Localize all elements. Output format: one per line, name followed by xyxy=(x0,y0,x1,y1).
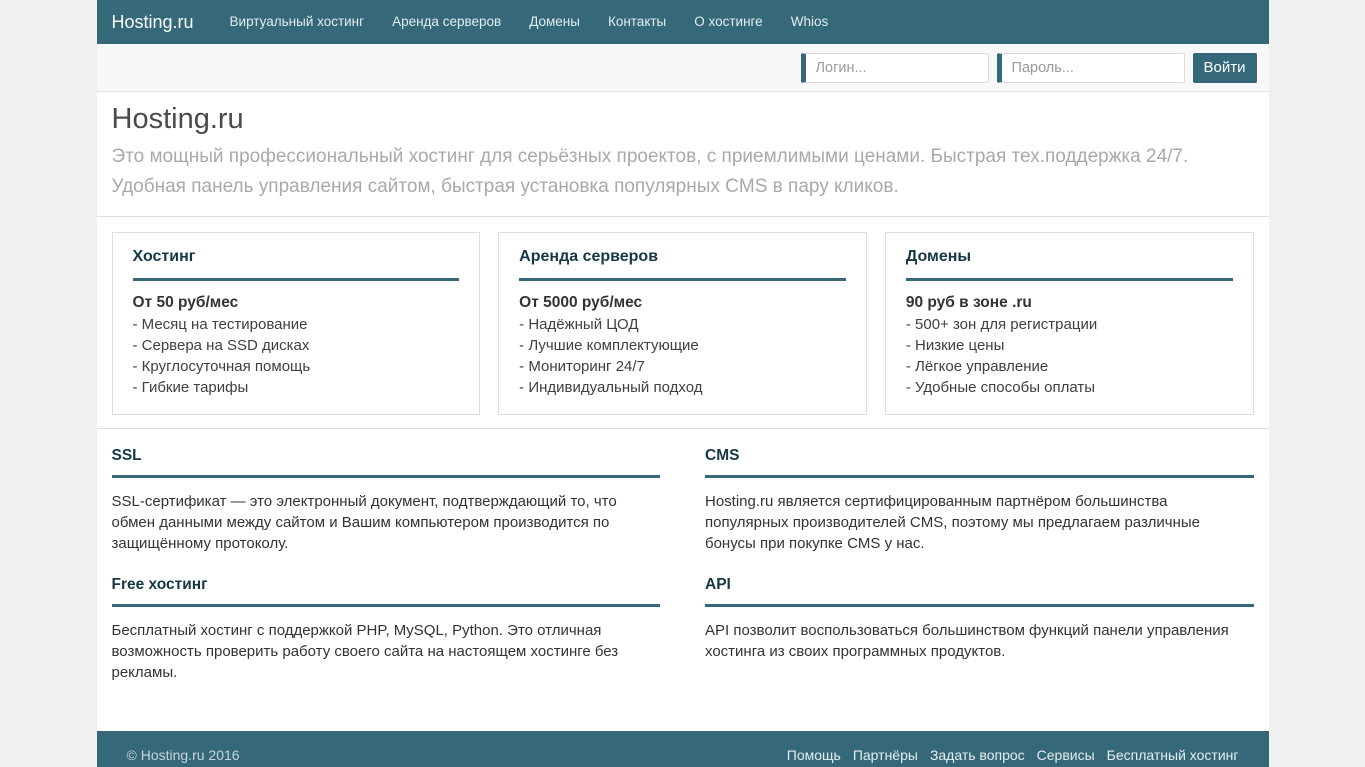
offer-cards-row: Хостинг От 50 руб/мес - Месяц на тестиро… xyxy=(97,217,1269,429)
navbar: Hosting.ru Виртуальный хостинг Аренда се… xyxy=(97,0,1269,44)
card-server-rent: Аренда серверов От 5000 руб/мес - Надёжн… xyxy=(498,232,867,415)
section-title: Free хостинг xyxy=(112,576,661,594)
footer-link-ask-question[interactable]: Задать вопрос xyxy=(930,747,1025,763)
section-cms: CMS Hosting.ru является сертифицированны… xyxy=(705,447,1254,554)
card-title: Аренда серверов xyxy=(519,248,846,266)
accent-divider xyxy=(112,604,661,607)
section-title: CMS xyxy=(705,447,1254,465)
accent-divider xyxy=(705,475,1254,478)
card-price: От 5000 руб/мес xyxy=(519,294,846,312)
jumbotron: Hosting.ru Это мощный профессиональный х… xyxy=(97,92,1269,217)
card-feature: - Лёгкое управление xyxy=(906,356,1233,377)
nav-item-whios[interactable]: Whios xyxy=(777,0,843,44)
card-feature: - Сервера на SSD дисках xyxy=(133,335,460,356)
card-price: От 50 руб/мес xyxy=(133,294,460,312)
card-domains: Домены 90 руб в зоне .ru - 500+ зон для … xyxy=(885,232,1254,415)
card-feature: - Круглосуточная помощь xyxy=(133,356,460,377)
card-feature: - Низкие цены xyxy=(906,335,1233,356)
nav-item-server-rent[interactable]: Аренда серверов xyxy=(378,0,515,44)
copyright-text: © Hosting.ru 2016 xyxy=(127,747,240,763)
card-feature: - Мониторинг 24/7 xyxy=(519,356,846,377)
page-title: Hosting.ru xyxy=(112,102,1254,136)
section-text: Бесплатный хостинг с поддержкой PHP, MyS… xyxy=(112,620,657,683)
page-container: Hosting.ru Виртуальный хостинг Аренда се… xyxy=(97,0,1269,767)
password-input[interactable] xyxy=(997,53,1185,83)
card-feature: - Надёжный ЦОД xyxy=(519,314,846,335)
accent-divider xyxy=(705,604,1254,607)
section-text: API позволит воспользоваться большинство… xyxy=(705,620,1250,662)
nav-item-domains[interactable]: Домены xyxy=(515,0,594,44)
section-text: Hosting.ru является сертифицированным па… xyxy=(705,491,1250,554)
accent-divider xyxy=(112,475,661,478)
footer-link-services[interactable]: Сервисы xyxy=(1037,747,1095,763)
card-feature: - Лучшие комплектующие xyxy=(519,335,846,356)
section-ssl: SSL SSL-сертификат — это электронный док… xyxy=(112,447,661,554)
card-hosting: Хостинг От 50 руб/мес - Месяц на тестиро… xyxy=(112,232,481,415)
info-sections: SSL SSL-сертификат — это электронный док… xyxy=(97,429,1269,731)
brand-logo[interactable]: Hosting.ru xyxy=(112,12,194,33)
nav-item-contacts[interactable]: Контакты xyxy=(594,0,680,44)
login-input[interactable] xyxy=(801,53,989,83)
nav-item-virtual-hosting[interactable]: Виртуальный хостинг xyxy=(216,0,379,44)
card-price: 90 руб в зоне .ru xyxy=(906,294,1233,312)
page-description: Это мощный профессиональный хостинг для … xyxy=(112,142,1254,202)
card-title: Домены xyxy=(906,248,1233,266)
section-free-hosting: Free хостинг Бесплатный хостинг с поддер… xyxy=(112,576,661,683)
card-title: Хостинг xyxy=(133,248,460,266)
card-feature: - 500+ зон для регистрации xyxy=(906,314,1233,335)
login-button[interactable]: Войти xyxy=(1193,53,1257,83)
card-feature: - Индивидуальный подход xyxy=(519,377,846,398)
card-feature: - Удобные способы оплаты xyxy=(906,377,1233,398)
section-title: SSL xyxy=(112,447,661,465)
footer-link-free-hosting[interactable]: Бесплатный хостинг xyxy=(1107,747,1239,763)
footer-link-help[interactable]: Помощь xyxy=(787,747,841,763)
section-api: API API позволит воспользоваться большин… xyxy=(705,576,1254,683)
login-bar: Войти xyxy=(97,44,1269,92)
footer-links: Помощь Партнёры Задать вопрос Сервисы Бе… xyxy=(787,747,1239,763)
card-feature: - Гибкие тарифы xyxy=(133,377,460,398)
footer: © Hosting.ru 2016 Помощь Партнёры Задать… xyxy=(97,731,1269,767)
footer-link-partners[interactable]: Партнёры xyxy=(853,747,918,763)
section-title: API xyxy=(705,576,1254,594)
accent-divider xyxy=(519,278,846,281)
accent-divider xyxy=(133,278,460,281)
card-feature: - Месяц на тестирование xyxy=(133,314,460,335)
accent-divider xyxy=(906,278,1233,281)
section-text: SSL-сертификат — это электронный докумен… xyxy=(112,491,657,554)
nav-item-about-hosting[interactable]: О хостинге xyxy=(680,0,776,44)
